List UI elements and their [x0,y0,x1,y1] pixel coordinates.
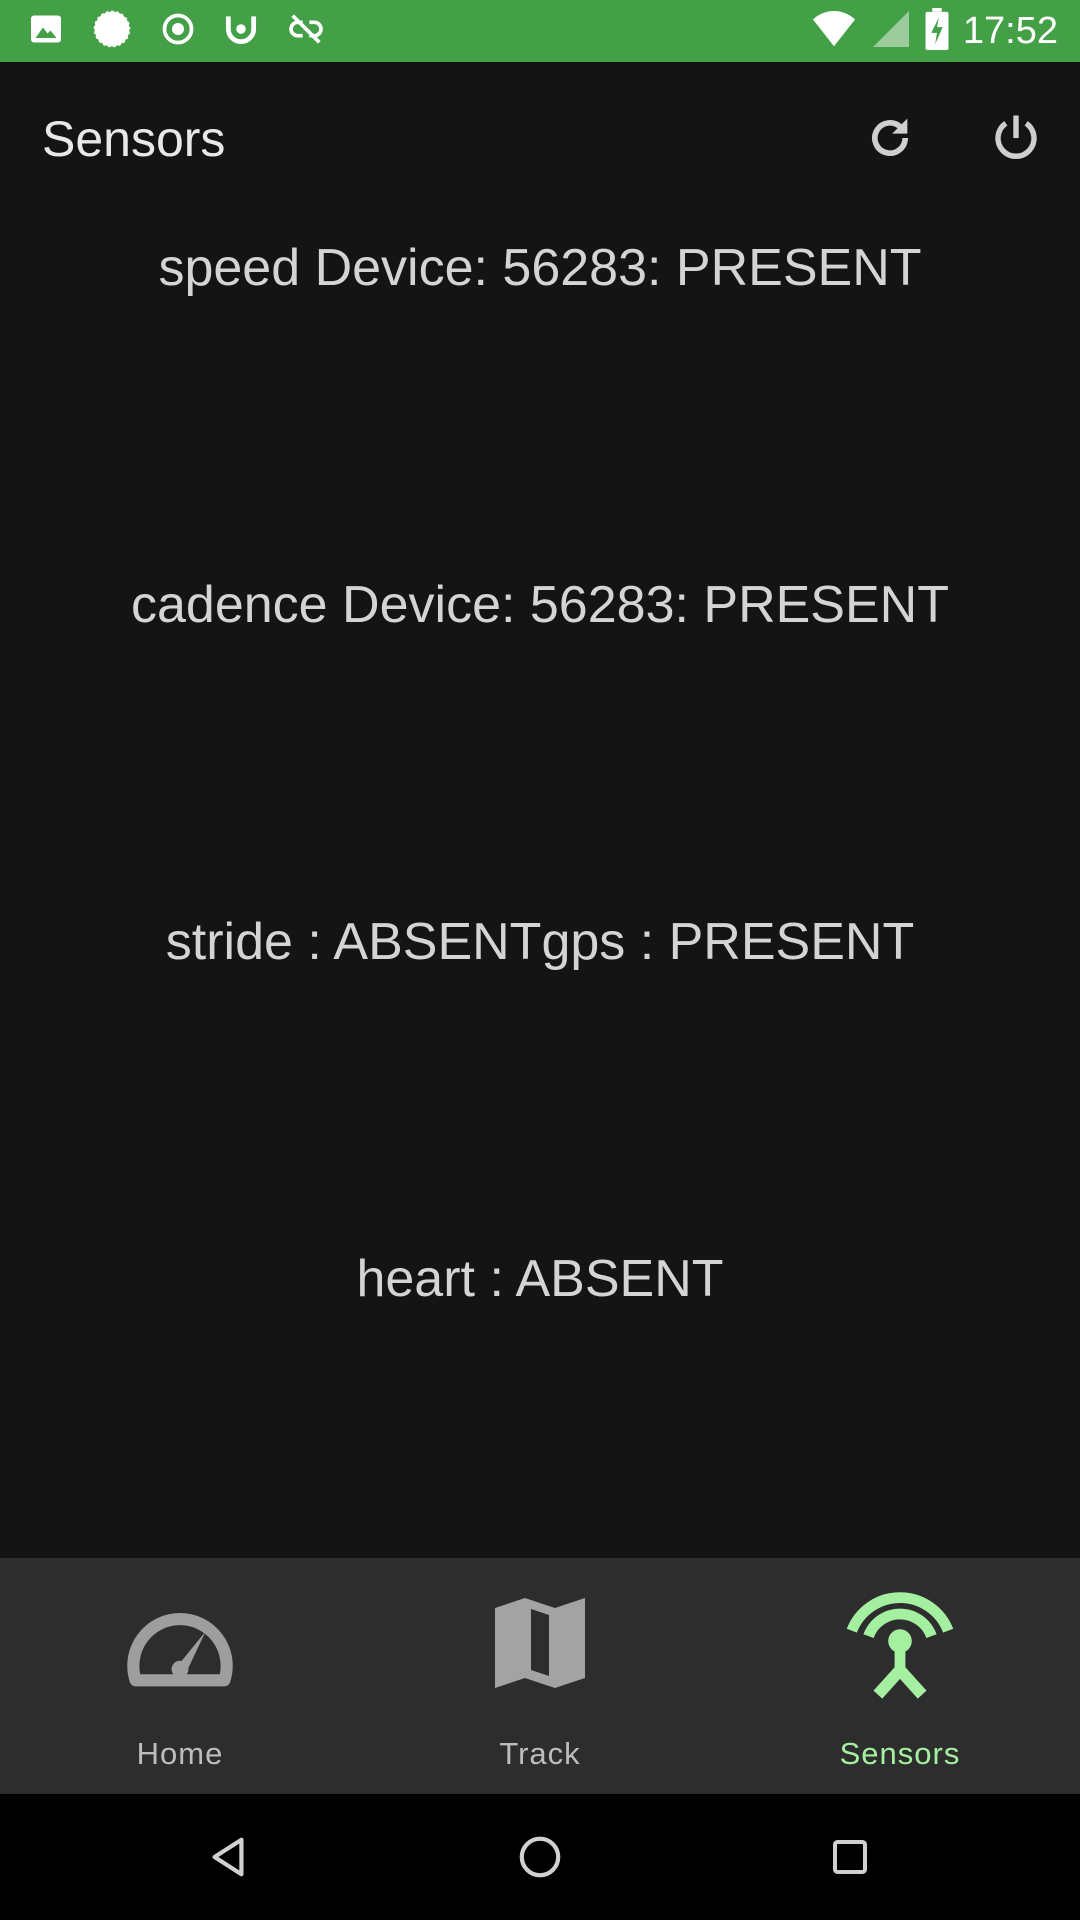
tracker-icon [222,10,260,53]
nav-label-home: Home [136,1736,224,1771]
signal-icon [871,9,911,54]
refresh-icon [872,118,908,156]
app-bar: Sensors [0,62,1080,214]
power-button[interactable] [980,102,1052,174]
image-icon [28,11,64,52]
page-title: Sensors [42,111,226,167]
antenna-icon [846,1592,954,1699]
battery-icon [925,7,949,55]
system-navigation-bar [0,1794,1080,1920]
nav-item-home[interactable]: Home [0,1558,360,1794]
sensor-status-speed: speed Device: 56283: PRESENT [158,239,922,297]
wifi-icon [811,9,857,54]
back-button[interactable] [188,1824,268,1890]
back-icon [212,1837,244,1877]
bottom-navigation: Home Track Sensors [0,1558,1080,1794]
spinner-icon [90,7,134,56]
home-button[interactable] [500,1824,580,1890]
status-time: 17:52 [962,9,1058,52]
nav-item-track[interactable]: Track [360,1558,720,1794]
nav-label-sensors: Sensors [839,1736,961,1771]
recents-icon [833,1840,867,1874]
sensor-status-cadence: cadence Device: 56283: PRESENT [131,576,949,634]
nav-item-sensors[interactable]: Sensors [720,1558,1080,1794]
speedometer-icon [127,1613,233,1687]
status-bar: 17:52 [0,0,1080,62]
link-off-icon [286,9,326,54]
sensor-status-heart: heart : ABSENT [356,1250,724,1308]
home-icon [519,1836,561,1878]
power-icon [995,115,1037,159]
recents-button[interactable] [810,1824,890,1890]
system-status: 17:52 [811,7,1058,55]
refresh-button[interactable] [854,102,926,174]
sensor-status-stride-gps: stride : ABSENTgps : PRESENT [165,913,915,971]
record-icon [160,11,196,52]
notification-icons [28,9,326,54]
map-icon [495,1598,585,1688]
nav-label-track: Track [499,1736,581,1771]
